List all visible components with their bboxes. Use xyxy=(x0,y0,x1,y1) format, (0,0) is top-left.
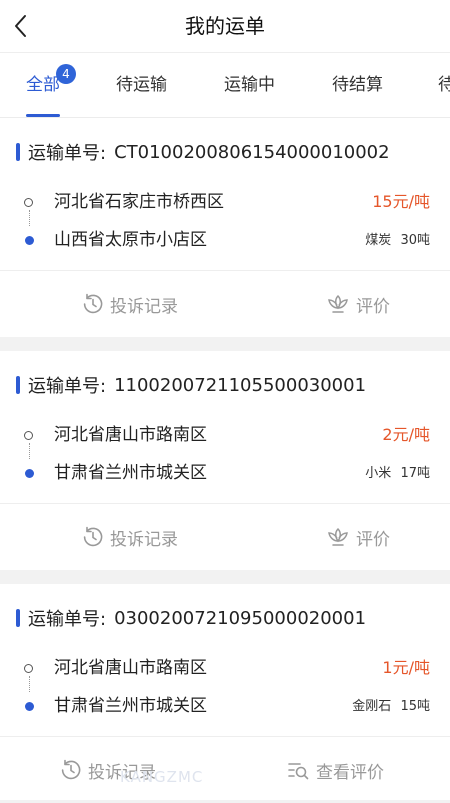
destination-dot-icon xyxy=(25,702,34,711)
cargo-weight: 15吨 xyxy=(400,699,430,714)
order-card[interactable]: 运输单号: 1100200721105500030001 河北省唐山市路南区 甘… xyxy=(0,351,450,570)
complaint-label: 投诉记录 xyxy=(88,762,156,783)
route-connector xyxy=(29,210,30,226)
order-number: CT0100200806154000010002 xyxy=(114,141,390,163)
destination-address: 甘肃省兰州市城关区 xyxy=(54,463,207,483)
order-card[interactable]: 运输单号: 0300200721095000020001 河北省唐山市路南区 甘… xyxy=(0,584,450,800)
complaint-label: 投诉记录 xyxy=(110,296,178,317)
destination-dot-icon xyxy=(25,236,34,245)
freight-price: 15元/吨 xyxy=(372,192,430,211)
freight-price: 2元/吨 xyxy=(382,425,430,444)
complaint-record-button[interactable]: 投诉记录 xyxy=(60,757,156,783)
order-number-row: 运输单号: CT0100200806154000010002 xyxy=(16,140,390,164)
accent-bar xyxy=(16,609,20,627)
review-button[interactable]: 评价 xyxy=(326,524,390,550)
complaint-label: 投诉记录 xyxy=(110,529,178,550)
order-label: 运输单号: xyxy=(28,609,107,630)
route: 河北省唐山市路南区 甘肃省兰州市城关区 2元/吨 小米 17吨 xyxy=(20,421,430,493)
origin-dot-icon xyxy=(24,431,33,440)
origin-address: 河北省唐山市路南区 xyxy=(54,658,207,678)
page-title: 我的运单 xyxy=(185,14,265,38)
order-number-row: 运输单号: 0300200721095000020001 xyxy=(16,606,366,630)
route: 河北省唐山市路南区 甘肃省兰州市城关区 1元/吨 金刚石 15吨 xyxy=(20,654,430,726)
active-tab-indicator xyxy=(26,114,60,117)
cargo-name: 金刚石 xyxy=(352,699,392,714)
cargo-info: 煤炭 30吨 xyxy=(365,228,430,254)
destination-address: 山西省太原市小店区 xyxy=(54,230,207,250)
review-label: 评价 xyxy=(356,296,390,317)
origin-dot-icon xyxy=(24,198,33,207)
tab-all[interactable]: 全部 4 xyxy=(26,53,76,117)
tab-pending-transport[interactable]: 待运输 xyxy=(116,53,167,117)
origin-address: 河北省唐山市路南区 xyxy=(54,425,207,445)
accent-bar xyxy=(16,143,20,161)
cargo-weight: 30吨 xyxy=(400,233,430,248)
tab-more[interactable]: 待 xyxy=(438,53,450,117)
tab-pending-settlement[interactable]: 待结算 xyxy=(332,53,383,117)
cargo-name: 煤炭 xyxy=(365,233,392,248)
header-bar: 我的运单 xyxy=(0,0,450,53)
origin-dot-icon xyxy=(24,664,33,673)
complaint-record-button[interactable]: 投诉记录 xyxy=(82,524,178,550)
lotus-icon xyxy=(328,527,348,546)
order-card[interactable]: 运输单号: CT0100200806154000010002 河北省石家庄市桥西… xyxy=(0,118,450,337)
route-connector xyxy=(29,443,30,459)
count-badge: 4 xyxy=(56,64,76,84)
cargo-name: 小米 xyxy=(365,466,392,481)
route: 河北省石家庄市桥西区 山西省太原市小店区 15元/吨 煤炭 30吨 xyxy=(20,188,430,260)
tab-bar: 全部 4 待运输 运输中 待结算 待 xyxy=(0,53,450,118)
order-number-row: 运输单号: 1100200721105500030001 xyxy=(16,373,366,397)
order-number: 1100200721105500030001 xyxy=(114,374,367,396)
search-list-icon xyxy=(288,763,309,780)
history-icon xyxy=(61,759,81,780)
order-number: 0300200721095000020001 xyxy=(114,607,367,629)
accent-bar xyxy=(16,376,20,394)
route-connector xyxy=(29,676,30,692)
card-actions: 投诉记录 评价 xyxy=(0,503,450,570)
cargo-info: 小米 17吨 xyxy=(365,461,430,487)
history-icon xyxy=(83,526,103,547)
review-label: 评价 xyxy=(356,529,390,550)
lotus-icon xyxy=(328,294,348,313)
view-review-button[interactable]: 查看评价 xyxy=(286,757,384,783)
tab-in-transit[interactable]: 运输中 xyxy=(224,53,275,117)
history-icon xyxy=(83,293,103,314)
order-label: 运输单号: xyxy=(28,143,107,164)
complaint-record-button[interactable]: 投诉记录 xyxy=(82,291,178,317)
cargo-weight: 17吨 xyxy=(400,466,430,481)
freight-price: 1元/吨 xyxy=(382,658,430,677)
destination-dot-icon xyxy=(25,469,34,478)
view-review-label: 查看评价 xyxy=(316,762,384,783)
destination-address: 甘肃省兰州市城关区 xyxy=(54,696,207,716)
tab-label: 全部 xyxy=(26,75,60,95)
card-actions: 投诉记录 评价 xyxy=(0,270,450,337)
card-actions: 投诉记录 查看评价 xyxy=(0,736,450,803)
order-label: 运输单号: xyxy=(28,376,107,397)
cargo-info: 金刚石 15吨 xyxy=(352,694,430,720)
review-button[interactable]: 评价 xyxy=(326,291,390,317)
origin-address: 河北省石家庄市桥西区 xyxy=(54,192,224,212)
